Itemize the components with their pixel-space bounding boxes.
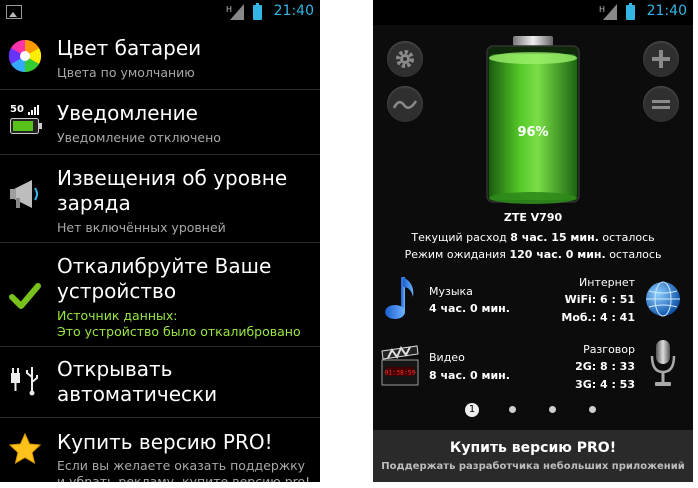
- buy-pro-button[interactable]: Купить версию PRO! Поддержать разработчи…: [373, 430, 693, 482]
- setting-subtitle: Цвета по умолчанию: [57, 65, 195, 80]
- battery-status-icon: [626, 3, 635, 20]
- music-label: Музыка: [429, 285, 473, 298]
- setting-title: Уведомление: [57, 101, 198, 125]
- pager-dot-current[interactable]: 1: [465, 403, 479, 417]
- zoom-in-button[interactable]: [643, 41, 679, 77]
- setting-battery-color[interactable]: Цвет батареи Цвета по умолчанию: [0, 25, 320, 90]
- equal-menu-icon: [652, 100, 670, 109]
- video-label: Видео: [429, 351, 465, 364]
- setting-calibrate[interactable]: Откалибруйте Ваше устройство Источник да…: [0, 243, 320, 347]
- internet-mobile: Моб.: 4 : 41: [561, 311, 635, 324]
- internet-label: Интернет: [579, 276, 635, 289]
- plus-icon: [652, 50, 670, 68]
- setting-subtitle-line2: и убрать рекламу, купите версию pro!: [57, 474, 311, 482]
- setting-level-alerts[interactable]: Извещения об уровне заряда Нет включённы…: [0, 155, 320, 243]
- star-icon: [8, 432, 42, 465]
- setting-subtitle-line2: Это устройство было откалибровано: [57, 324, 301, 339]
- microphone-icon: [650, 340, 676, 386]
- settings-button[interactable]: [387, 41, 423, 77]
- menu-button[interactable]: [643, 86, 679, 122]
- pager-dot[interactable]: [549, 406, 556, 413]
- battery-bar-icon: [10, 118, 42, 134]
- setting-subtitle-line1: Источник данных:: [57, 308, 178, 323]
- pager-dot[interactable]: [589, 406, 596, 413]
- megaphone-icon: [10, 180, 38, 208]
- music-note-icon: [385, 277, 414, 319]
- settings-screen: H 21:40 Цвет батареи Цвета по умолчанию …: [0, 0, 320, 482]
- setting-title-line2: автоматически: [57, 382, 218, 406]
- plug-usb-icon: [11, 367, 38, 396]
- checkmark-icon: [9, 283, 41, 309]
- current-usage-value: 8 час. 15 мин.: [510, 231, 599, 244]
- setting-title-line2: заряда: [57, 191, 131, 215]
- status-bar: H 21:40: [373, 0, 693, 25]
- clapperboard-icon: 01:38:59: [381, 345, 419, 386]
- graph-wave-icon: [393, 100, 417, 109]
- signal-icon: H: [599, 4, 617, 20]
- current-usage-suffix: осталось: [602, 231, 655, 244]
- network-type-label: H: [226, 5, 232, 14]
- standby-suffix: осталось: [609, 248, 662, 261]
- device-name: ZTE V790: [503, 211, 563, 224]
- standby-prefix: Режим ожидания: [404, 248, 506, 261]
- battery-status-icon: [253, 3, 262, 20]
- big-battery-icon: [486, 36, 580, 204]
- pager-dot[interactable]: [509, 406, 516, 413]
- setting-auto-open[interactable]: Открывать автоматически: [0, 347, 320, 418]
- gear-icon: [396, 50, 414, 68]
- battery-notification-icon: 50: [8, 104, 42, 138]
- standby-line: Режим ожидания 120 час. 0 мин. осталось: [373, 248, 693, 261]
- setting-title-line2: устройство: [57, 279, 177, 303]
- current-usage-prefix: Текущий расход: [411, 231, 507, 244]
- battery-dashboard-screen: H 21:40 96% ZTE V790 Текущий расход 8 ча…: [373, 0, 693, 482]
- signal-bars-icon: [28, 105, 39, 115]
- current-usage-line: Текущий расход 8 час. 15 мин. осталось: [373, 231, 693, 244]
- buy-pro-subtitle: Поддержать разработчика небольших прилож…: [381, 461, 685, 472]
- color-wheel-icon: [8, 39, 42, 73]
- network-type-label: H: [599, 5, 605, 14]
- setting-notification[interactable]: 50 Уведомление Уведомление отключено: [0, 90, 320, 155]
- setting-title-line1: Откалибруйте Ваше: [57, 254, 272, 278]
- video-value: 8 час. 0 мин.: [429, 369, 510, 382]
- talk-label: Разговор: [583, 343, 635, 356]
- setting-title: Цвет батареи: [57, 36, 202, 60]
- picture-notification-icon: [6, 5, 22, 19]
- music-value: 4 час. 0 мин.: [429, 302, 510, 315]
- clock: 21:40: [273, 3, 314, 19]
- clock: 21:40: [646, 3, 687, 19]
- setting-subtitle: Уведомление отключено: [57, 130, 221, 145]
- buy-pro-title: Купить версию PRO!: [449, 440, 617, 456]
- setting-title-line1: Открывать: [57, 357, 173, 381]
- chart-button[interactable]: [387, 86, 423, 122]
- talk-2g: 2G: 8 : 33: [575, 360, 635, 373]
- setting-buy-pro[interactable]: Купить версию PRO! Если вы желаете оказа…: [0, 418, 320, 482]
- setting-subtitle-line1: Если вы желаете оказать поддержку: [57, 458, 306, 473]
- battery-percent: 96%: [517, 125, 549, 140]
- signal-icon: H: [226, 4, 244, 20]
- standby-value: 120 час. 0 мин.: [509, 248, 606, 261]
- globe-icon: [646, 281, 680, 317]
- notification-badge: 50: [10, 104, 24, 115]
- setting-subtitle: Нет включённых уровней: [57, 220, 226, 235]
- setting-title-line1: Извещения об уровне: [57, 166, 288, 190]
- internet-wifi: WiFi: 6 : 51: [564, 293, 635, 306]
- setting-title: Купить версию PRO!: [57, 430, 273, 454]
- status-bar: H 21:40: [0, 0, 320, 25]
- clapper-timecode: 01:38:59: [384, 369, 415, 377]
- talk-3g: 3G: 4 : 53: [575, 378, 635, 391]
